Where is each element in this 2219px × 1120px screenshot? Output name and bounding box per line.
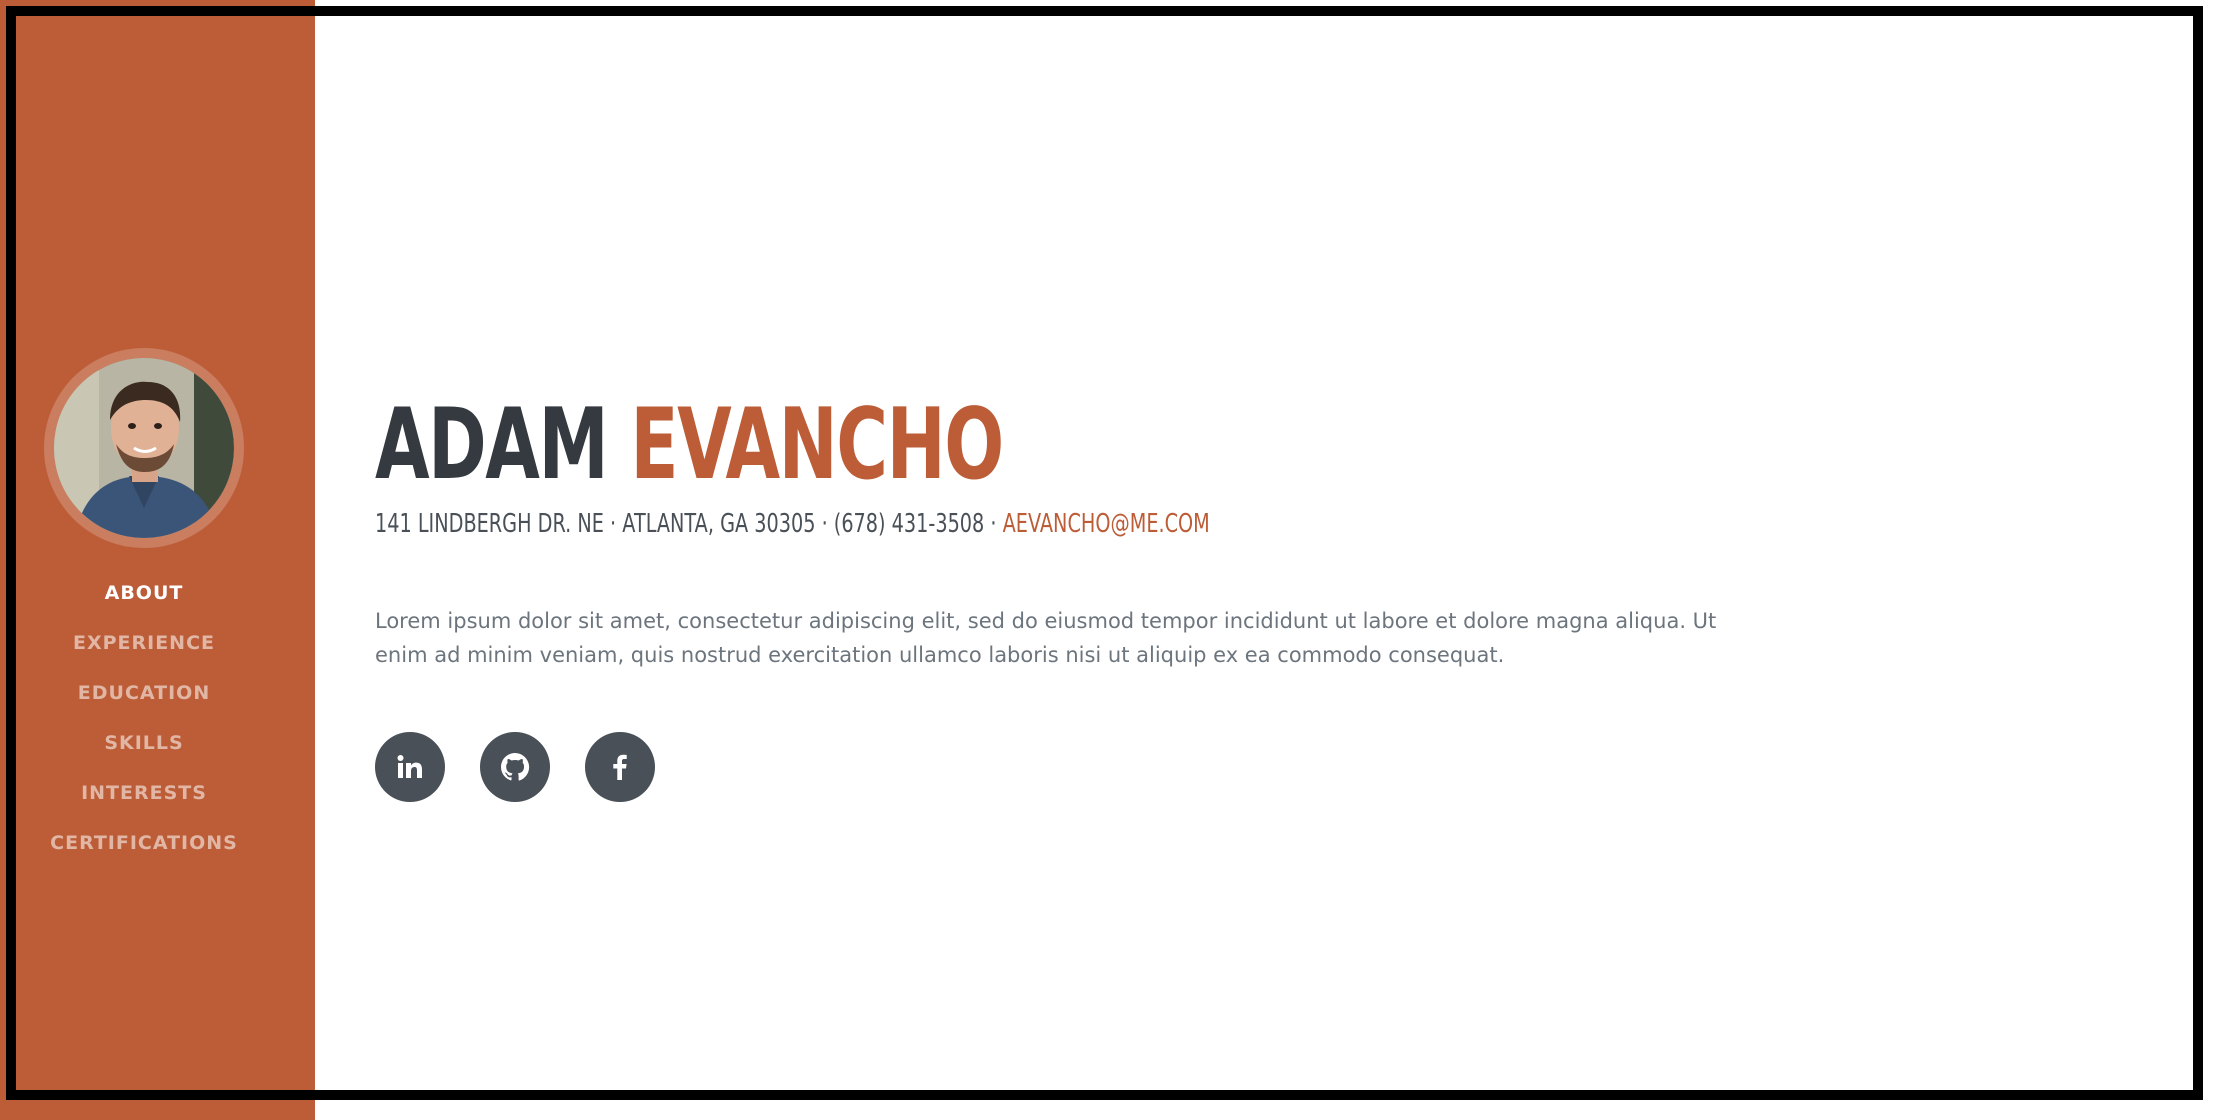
sidebar: ABOUT EXPERIENCE EDUCATION SKILLS INTERE… [0, 0, 315, 1120]
first-name: ADAM [375, 388, 609, 502]
social-icons [375, 732, 1775, 802]
nav-item-about[interactable]: ABOUT [0, 568, 288, 618]
facebook-icon [613, 754, 627, 780]
avatar-ring [44, 348, 244, 548]
github-icon [501, 753, 530, 781]
nav-item-experience[interactable]: EXPERIENCE [0, 618, 288, 668]
page: ABOUT EXPERIENCE EDUCATION SKILLS INTERE… [0, 0, 2219, 1120]
about-lead: Lorem ipsum dolor sit amet, consectetur … [375, 609, 1717, 667]
avatar-photo [54, 358, 234, 538]
page-title: ADAM EVANCHO [375, 390, 1383, 500]
last-name: EVANCHO [630, 388, 1004, 502]
email-link[interactable]: AEVANCHO@ME.COM [1003, 509, 1210, 539]
linkedin-button[interactable] [375, 732, 445, 802]
nav-item-skills[interactable]: SKILLS [0, 718, 288, 768]
linkedin-icon [397, 755, 422, 778]
facebook-button[interactable] [585, 732, 655, 802]
address-text: 141 LINDBERGH DR. NE · ATLANTA, GA 30305… [375, 509, 997, 539]
contact-line: 141 LINDBERGH DR. NE · ATLANTA, GA 30305… [375, 506, 1411, 542]
github-button[interactable] [480, 732, 550, 802]
nav-item-education[interactable]: EDUCATION [0, 668, 288, 718]
avatar[interactable] [54, 358, 234, 538]
nav-item-interests[interactable]: INTERESTS [0, 768, 288, 818]
sidebar-nav: ABOUT EXPERIENCE EDUCATION SKILLS INTERE… [0, 568, 288, 868]
nav-item-certifications[interactable]: CERTIFICATIONS [0, 818, 288, 868]
about-section: ADAM EVANCHO 141 LINDBERGH DR. NE · ATLA… [375, 390, 1775, 802]
